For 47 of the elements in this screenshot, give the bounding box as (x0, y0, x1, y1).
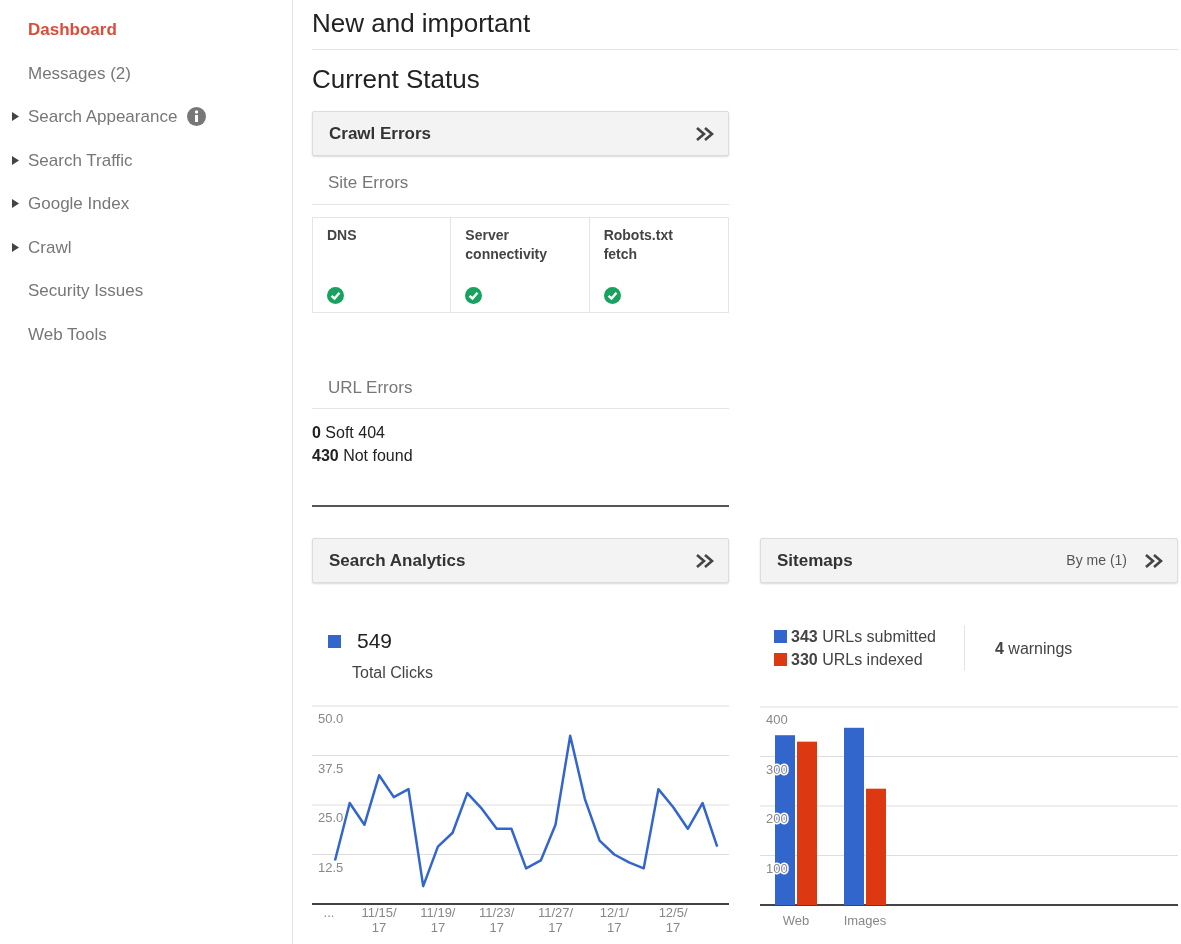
sidebar-item[interactable]: Dashboard (0, 8, 293, 52)
status-cell: Server connectivity (451, 217, 590, 312)
sidebar-item[interactable]: Search Traffic (0, 138, 293, 182)
axis-tick-label: ... (323, 904, 335, 920)
axis-tick-label: Web (782, 913, 810, 929)
axis-tick-label: 11/19/ 17 (420, 904, 456, 935)
axis-tick-label: 11/23/ 17 (479, 904, 515, 935)
axis-tick-label: 12/5/ 17 (658, 904, 688, 935)
axis-tick-label: 11/27/ 17 (537, 904, 574, 935)
error-count: 0 Soft 404 (312, 423, 386, 444)
panel-title: Search Analytics (329, 550, 466, 573)
axis-tick-label: 12.5 (318, 859, 344, 875)
total-value: 549 (357, 628, 393, 655)
total-label: Total Clicks (351, 662, 434, 683)
sidebar-item[interactable]: Google Index (0, 182, 293, 226)
filter-link[interactable]: By me (1) (1066, 550, 1127, 572)
subsection-label: URL Errors (312, 360, 729, 410)
legend-label: 330 URLs indexed (791, 650, 923, 671)
subsection-label: Site Errors (312, 156, 729, 205)
panel-title: Crawl Errors (329, 123, 432, 146)
sidebar-item[interactable]: Search Appearance (0, 95, 293, 139)
panel-header[interactable]: Search Analytics (312, 538, 729, 584)
sidebar-item[interactable]: Messages (2) (0, 51, 293, 95)
error-count: 430 Not found (312, 446, 414, 467)
sidebar-item[interactable]: Security Issues (0, 269, 293, 313)
section-title: Current Status (312, 64, 481, 96)
double-chevron-icon[interactable] (694, 124, 716, 143)
axis-tick-label: 11/15/ 17 (361, 904, 397, 935)
warnings-count: 4 warnings (994, 638, 1073, 659)
axis-tick-label: 25.0 (318, 809, 344, 825)
double-chevron-icon[interactable] (694, 551, 716, 570)
axis-tick-label: 50.0 (318, 710, 344, 726)
panel-header[interactable]: Crawl Errors (312, 111, 729, 157)
panel-header[interactable]: Sitemaps By me (1) (760, 538, 1178, 584)
sidebar-item[interactable]: Crawl (0, 225, 293, 269)
double-chevron-icon[interactable] (1143, 551, 1165, 570)
sidebar-item[interactable]: Web Tools (0, 312, 293, 356)
status-cell: DNS (313, 217, 452, 312)
legend-swatch (328, 634, 341, 648)
status-cell: Robots.txt fetch (589, 217, 728, 312)
axis-tick-label: 37.5 (318, 760, 344, 776)
axis-tick-label: 400 (766, 712, 788, 728)
legend-label: 343 URLs submitted (791, 627, 936, 648)
axis-tick-label: Images (843, 913, 887, 929)
axis-tick-label: 12/1/ 17 (599, 904, 629, 935)
page-title: New and important (312, 8, 1178, 51)
panel-title: Sitemaps (777, 550, 853, 573)
